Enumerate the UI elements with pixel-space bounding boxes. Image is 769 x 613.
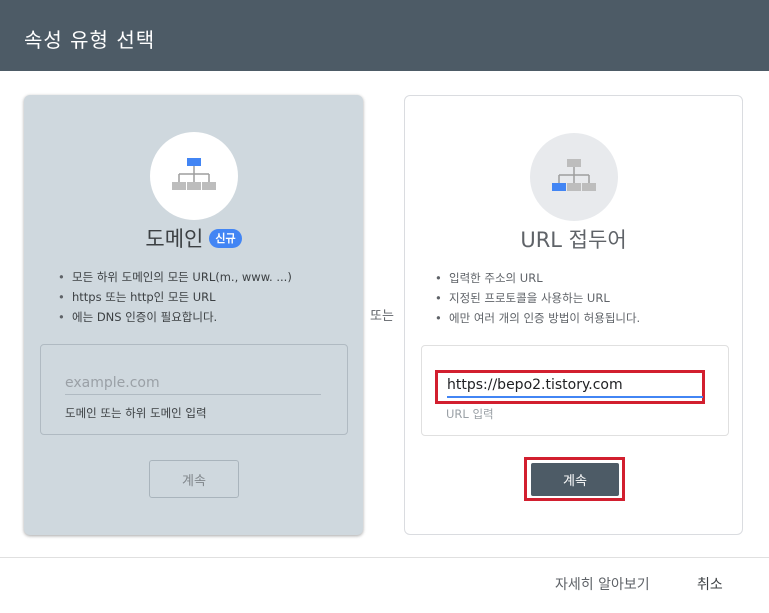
url-bullet: 입력한 주소의 URL <box>435 268 640 288</box>
sitemap-icon <box>552 159 596 191</box>
url-bullet: 지정된 프로토콜을 사용하는 URL <box>435 288 640 308</box>
footer-divider <box>0 557 769 558</box>
domain-card[interactable]: 도메인신규 모든 하위 도메인의 모든 URL(m., www. ...) ht… <box>24 95 363 535</box>
domain-bullet: 모든 하위 도메인의 모든 URL(m., www. ...) <box>58 267 292 287</box>
domain-bullet: https 또는 http인 모든 URL <box>58 287 292 307</box>
url-bullet: 에만 여러 개의 인증 방법이 허용됩니다. <box>435 308 640 328</box>
dialog-header: 속성 유형 선택 <box>0 0 769 71</box>
domain-bullet: 에는 DNS 인증이 필요합니다. <box>58 307 292 327</box>
url-card-title: URL 접두어 <box>405 224 742 254</box>
domain-input-container: 도메인 또는 하위 도메인 입력 <box>40 344 348 435</box>
url-input-helper: URL 입력 <box>446 407 494 421</box>
domain-input-helper: 도메인 또는 하위 도메인 입력 <box>65 406 207 420</box>
cancel-button[interactable]: 취소 <box>697 574 723 594</box>
url-bullet-list: 입력한 주소의 URL 지정된 프로토콜을 사용하는 URL 에만 여러 개의 … <box>435 268 640 328</box>
url-continue-button[interactable]: 계속 <box>531 463 619 496</box>
url-prefix-card[interactable]: URL 접두어 입력한 주소의 URL 지정된 프로토콜을 사용하는 URL 에… <box>404 95 743 535</box>
url-input-container: URL 입력 <box>421 345 729 436</box>
url-input[interactable] <box>447 374 703 398</box>
domain-card-title: 도메인 신규 <box>24 223 363 253</box>
domain-input[interactable] <box>65 372 321 395</box>
url-title-text: URL 접두어 <box>520 228 627 252</box>
new-badge: 신규 <box>209 228 242 248</box>
domain-continue-button[interactable]: 계속 <box>149 460 239 498</box>
domain-icon-circle <box>150 132 238 220</box>
learn-more-button[interactable]: 자세히 알아보기 <box>555 574 650 594</box>
sitemap-icon <box>172 158 216 190</box>
url-icon-circle <box>530 133 618 221</box>
or-separator: 또는 <box>370 309 394 324</box>
domain-title-text: 도메인 <box>145 227 204 251</box>
property-type-dialog: 속성 유형 선택 도메인신규 모든 하위 도메인의 모든 URL(m., www… <box>0 0 769 613</box>
dialog-title: 속성 유형 선택 <box>24 28 156 52</box>
domain-bullet-list: 모든 하위 도메인의 모든 URL(m., www. ...) https 또는… <box>58 267 292 327</box>
